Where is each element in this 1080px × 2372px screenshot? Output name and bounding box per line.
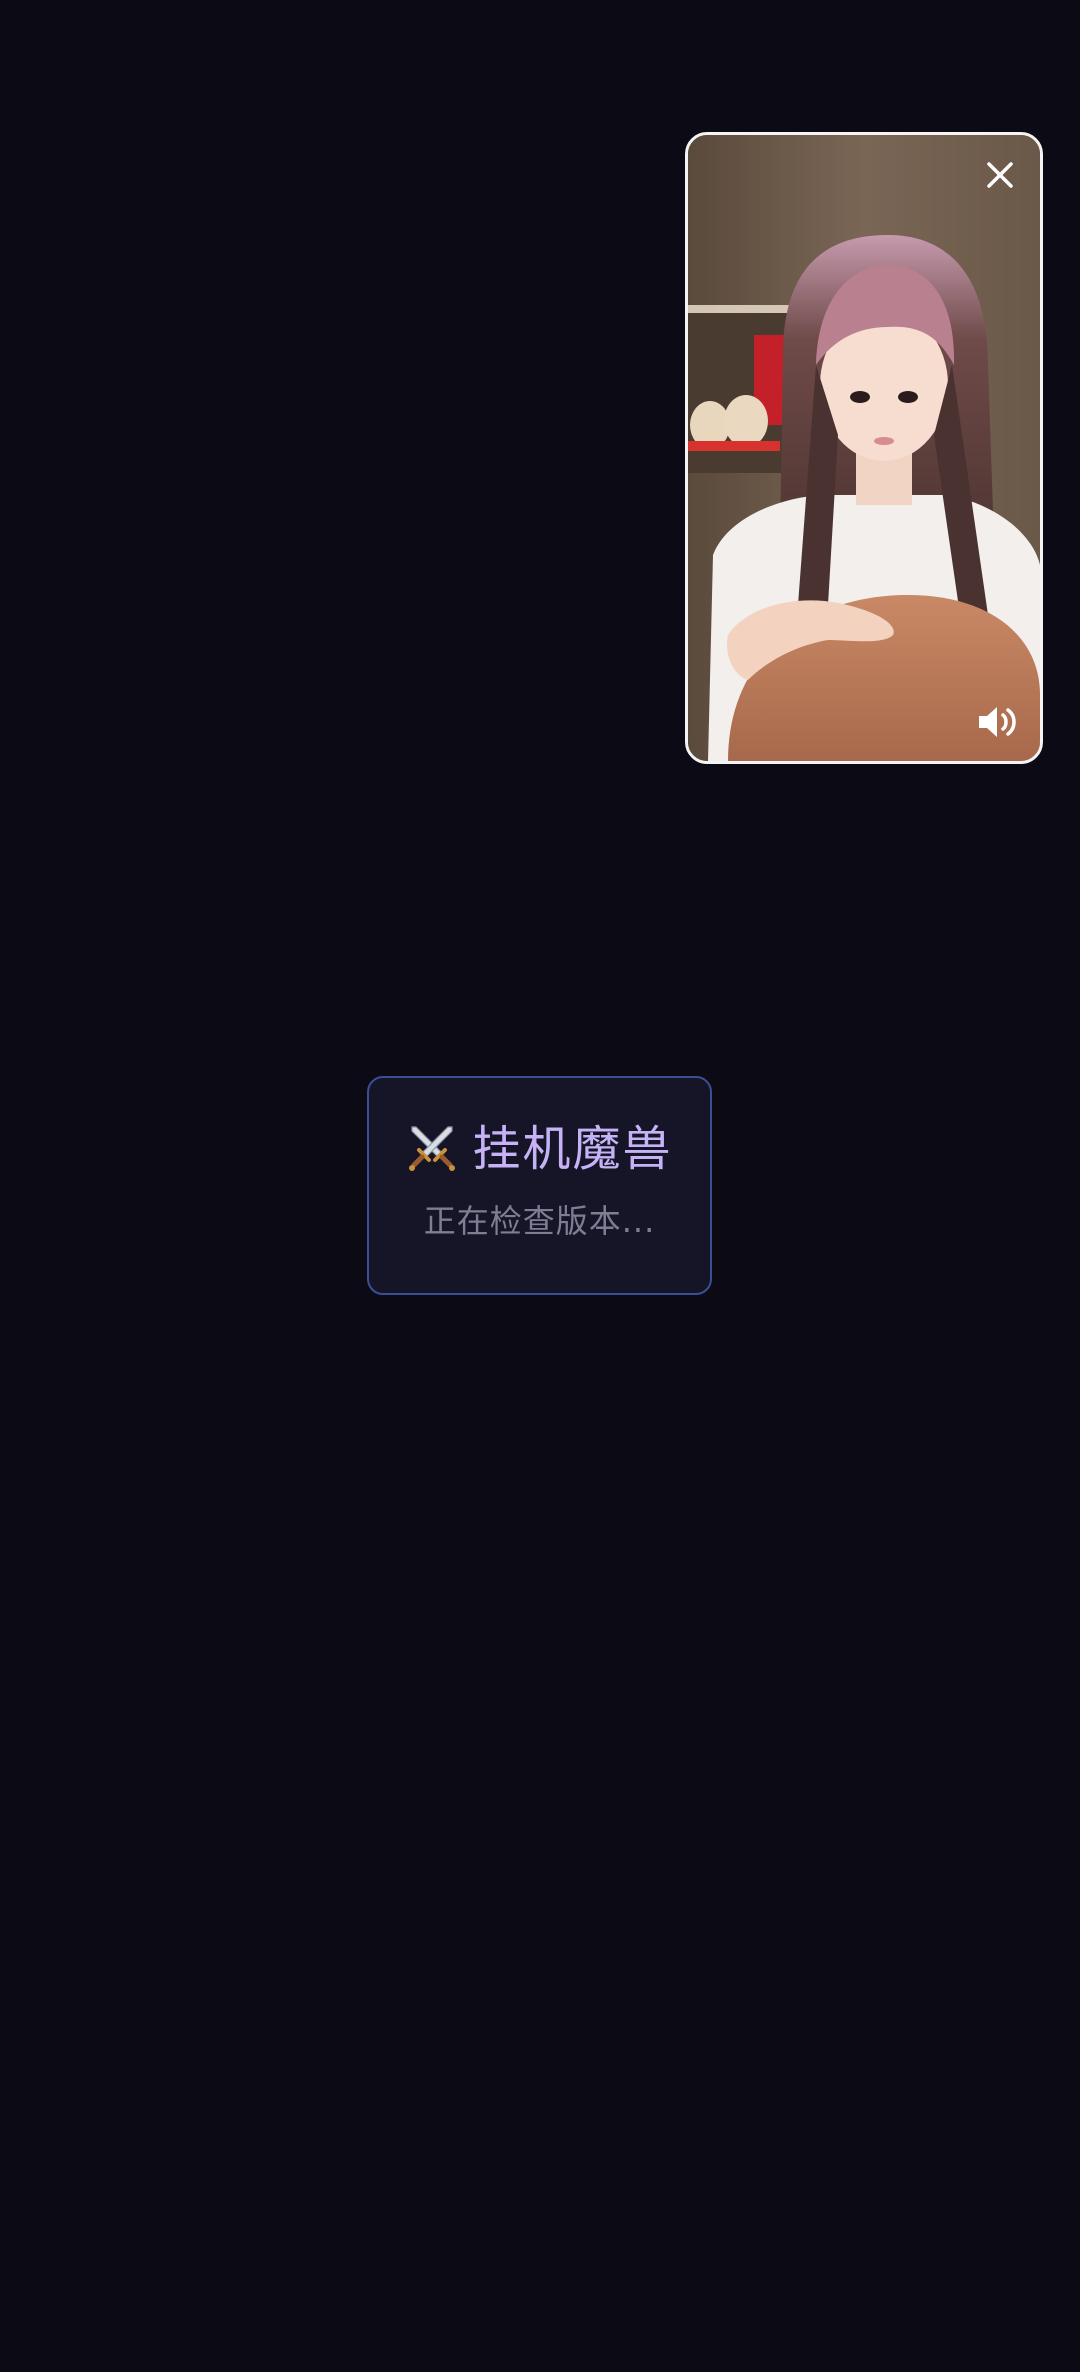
card-title-row: 挂机魔兽 <box>406 1123 672 1175</box>
close-button[interactable] <box>978 153 1022 197</box>
speaker-volume-icon <box>979 707 1016 737</box>
speaker-button[interactable] <box>972 697 1026 747</box>
loading-card: 挂机魔兽 正在检查版本... <box>367 1076 712 1295</box>
crossed-swords-icon <box>409 1126 456 1171</box>
video-frame <box>688 135 1040 761</box>
loading-status-text: 正在检查版本... <box>423 1202 656 1240</box>
app-screen: 挂机魔兽 正在检查版本... <box>0 0 1080 2372</box>
close-icon <box>987 162 1013 188</box>
floating-video-window[interactable] <box>685 132 1043 764</box>
app-title: 挂机魔兽 <box>472 1121 673 1177</box>
